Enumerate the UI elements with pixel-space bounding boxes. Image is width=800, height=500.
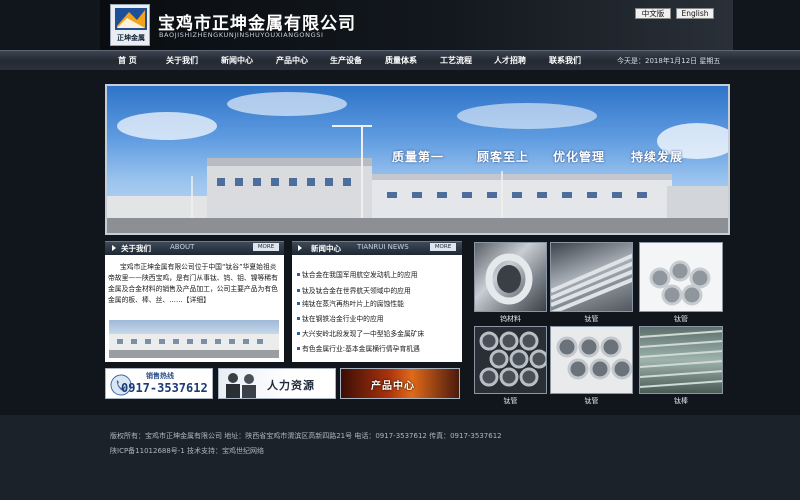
news-item[interactable]: 钛及钛合金在世界航天领域中的应用 xyxy=(302,285,411,295)
site-footer xyxy=(0,415,800,500)
current-date: 今天是：2018年1月12日 星期五 xyxy=(617,57,721,65)
hotline-banner[interactable]: 销售热线 0917-3537612 xyxy=(105,368,213,399)
nav-item-about[interactable]: 关于我们 xyxy=(166,55,198,66)
about-title: 关于我们 xyxy=(121,244,151,253)
nav-item-jobs[interactable]: 人才招聘 xyxy=(494,55,526,66)
news-item[interactable]: 钛在钢铁冶金行业中的应用 xyxy=(302,313,384,323)
nav-item-home[interactable]: 首 页 xyxy=(118,55,137,66)
product-caption: 钛棒 xyxy=(674,397,688,405)
about-building-image xyxy=(109,320,279,358)
news-bullet-icon xyxy=(297,332,300,335)
header-right-bg xyxy=(733,0,800,50)
nav-item-products[interactable]: 产品中心 xyxy=(276,55,308,66)
hotline-number: 0917-3537612 xyxy=(121,381,208,395)
product-center-label: 产品中心 xyxy=(371,381,415,392)
hotline-label: 销售热线 xyxy=(146,372,174,380)
company-pinyin: BAOJISHIZHENGKUNJINSHUYOUXIANGONGSI xyxy=(159,31,324,39)
product-center-banner[interactable]: 产品中心 xyxy=(340,368,460,399)
about-more-button[interactable]: MORE xyxy=(253,243,279,251)
lang-cn-button[interactable]: 中文版 xyxy=(635,8,671,19)
news-bullet-icon xyxy=(297,317,300,320)
footer-copyright: 版权所有：宝鸡市正坤金属有限公司 地址：陕西省宝鸡市渭滨区高新四路21号 电话：… xyxy=(110,432,502,440)
nav-item-quality[interactable]: 质量体系 xyxy=(385,55,417,66)
logo-text: 正坤金属 xyxy=(117,34,145,42)
banner-slogan-3: 优化管理 xyxy=(553,150,606,164)
product-caption: 钛管 xyxy=(584,315,599,323)
news-title-en: TIANRUI NEWS xyxy=(357,243,409,251)
product-image-ti-tube-4[interactable] xyxy=(550,326,633,394)
news-bullet-icon xyxy=(297,289,300,292)
news-bullet-icon xyxy=(297,347,300,350)
news-item[interactable]: 钛合金在我国军用航空发动机上的应用 xyxy=(302,269,418,279)
logo-icon xyxy=(115,8,147,30)
product-caption: 钛管 xyxy=(674,315,688,323)
nav-item-process[interactable]: 工艺流程 xyxy=(440,55,472,66)
news-bullet-icon xyxy=(297,273,300,276)
news-item[interactable]: 纯钛在蒸汽再热叶片上的腐蚀性能 xyxy=(302,298,404,308)
news-item[interactable]: 有色金属行业:基本金属横行倩孕育机遇 xyxy=(302,343,420,353)
banner-slogan-1: 质量第一 xyxy=(392,150,445,164)
product-caption: 钛管 xyxy=(584,397,599,405)
about-title-en: ABOUT xyxy=(170,243,195,251)
lang-en-button[interactable]: English xyxy=(676,8,714,19)
news-more-button[interactable]: MORE xyxy=(430,243,456,251)
product-image-ti-tube-1[interactable] xyxy=(550,242,633,312)
product-image-tungsten[interactable] xyxy=(474,242,547,312)
news-arrow-icon xyxy=(298,245,302,251)
product-image-ti-tube-2[interactable] xyxy=(639,242,723,312)
hr-label: 人力资源 xyxy=(267,379,315,392)
nav-item-equipment[interactable]: 生产设备 xyxy=(330,55,362,66)
nav-item-news[interactable]: 新闻中心 xyxy=(221,55,253,66)
product-image-ti-bar[interactable] xyxy=(639,326,723,394)
company-logo[interactable]: 正坤金属 xyxy=(110,4,150,46)
about-text: 宝鸡市正坤金属有限公司位于中国“钛谷”华夏始祖炎帝故里——陕西宝鸡，是有门从事钛… xyxy=(108,263,278,304)
banner-slogan-4: 持续发展 xyxy=(631,150,684,164)
banner-slogan-2: 顾客至上 xyxy=(477,150,530,164)
footer-icp: 陕ICP备11012688号-1 技术支持：宝鸡世纪网络 xyxy=(110,447,265,455)
hr-banner[interactable]: 人力资源 xyxy=(218,368,336,399)
product-image-ti-tube-3[interactable] xyxy=(474,326,547,394)
news-bullet-icon xyxy=(297,302,300,305)
about-arrow-icon xyxy=(112,245,116,251)
nav-item-contact[interactable]: 联系我们 xyxy=(549,55,581,66)
news-title: 新闻中心 xyxy=(311,244,341,253)
people-icon xyxy=(226,373,256,398)
product-caption: 钛管 xyxy=(503,397,518,405)
news-item[interactable]: 大兴安岭北段发现了一中型铅多金属矿床 xyxy=(302,328,424,338)
product-caption: 钨材料 xyxy=(500,315,521,323)
